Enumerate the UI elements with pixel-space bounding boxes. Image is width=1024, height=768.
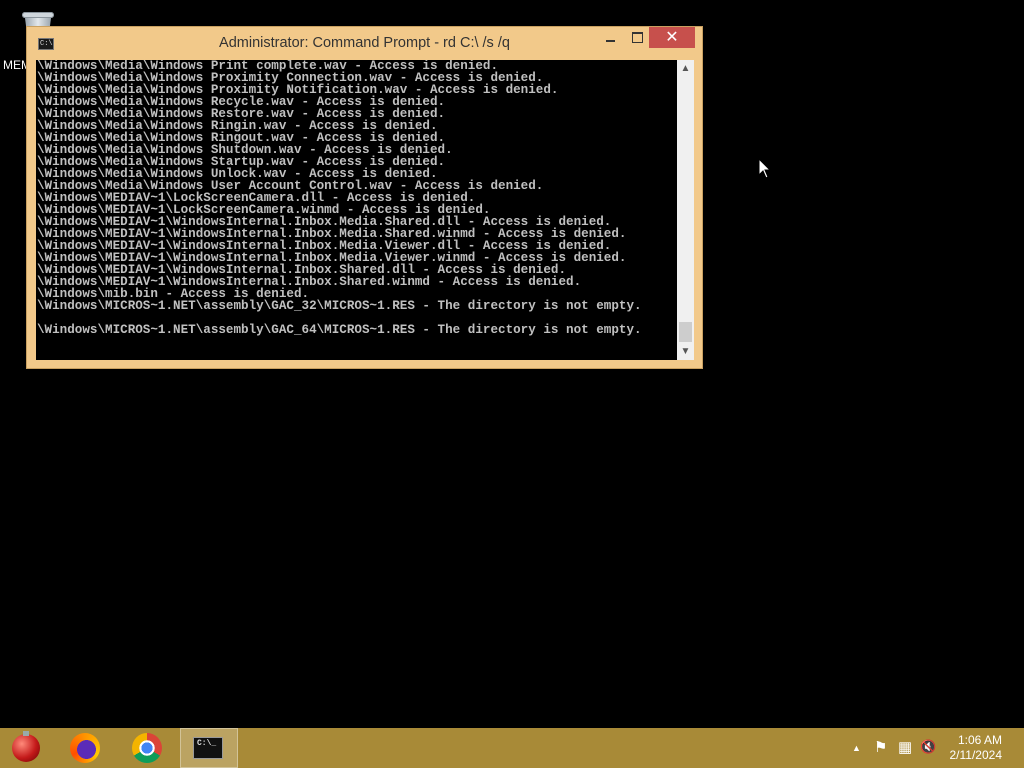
console-output[interactable]: \Windows\Media\Windows Print complete.wa…	[36, 60, 677, 360]
minimize-button[interactable]	[598, 27, 624, 48]
chrome-icon	[132, 733, 162, 763]
console-lines: \Windows\Media\Windows Print complete.wa…	[36, 60, 677, 336]
firefox-icon	[70, 733, 100, 763]
tray-overflow-chevron-icon[interactable]: ▲	[852, 743, 861, 753]
taskbar-app-command-prompt[interactable]: C:\_	[180, 728, 238, 768]
volume-muted-icon[interactable]: 🔇	[920, 739, 936, 755]
scroll-up-button[interactable]: ▲	[677, 60, 694, 77]
maximize-button[interactable]	[624, 27, 650, 48]
console-line: \Windows\MICROS~1.NET\assembly\GAC_64\MI…	[37, 323, 642, 337]
clock-time: 1:06 AM	[957, 733, 1002, 747]
clock[interactable]: 1:06 AM 2/11/2024	[950, 733, 1003, 763]
ornament-icon	[12, 731, 40, 762]
taskbar-app-firefox[interactable]	[56, 728, 114, 768]
network-icon[interactable]: ▦	[898, 738, 912, 756]
clock-date: 2/11/2024	[949, 748, 1003, 762]
console-line: \Windows\MICROS~1.NET\assembly\GAC_32\MI…	[37, 299, 642, 313]
action-center-flag-icon[interactable]: ⚑	[874, 738, 887, 756]
mouse-pointer-icon	[758, 158, 772, 179]
scroll-down-button[interactable]: ▼	[677, 343, 694, 360]
close-button[interactable]: ✕	[649, 27, 695, 48]
taskbar: C:\_ ▲ ⚑ ▦ 🔇 1:06 AM 2/11/2024	[0, 728, 1024, 768]
vertical-scrollbar[interactable]: ▲ ▼	[677, 60, 694, 360]
cmd-icon: C:\_	[193, 737, 223, 759]
scrollbar-thumb[interactable]	[679, 322, 692, 342]
command-prompt-window[interactable]: C:\ Administrator: Command Prompt - rd C…	[26, 26, 703, 369]
taskbar-app-chrome[interactable]	[118, 728, 176, 768]
taskbar-app-ornament[interactable]	[0, 728, 58, 768]
window-titlebar[interactable]: C:\ Administrator: Command Prompt - rd C…	[27, 27, 702, 59]
